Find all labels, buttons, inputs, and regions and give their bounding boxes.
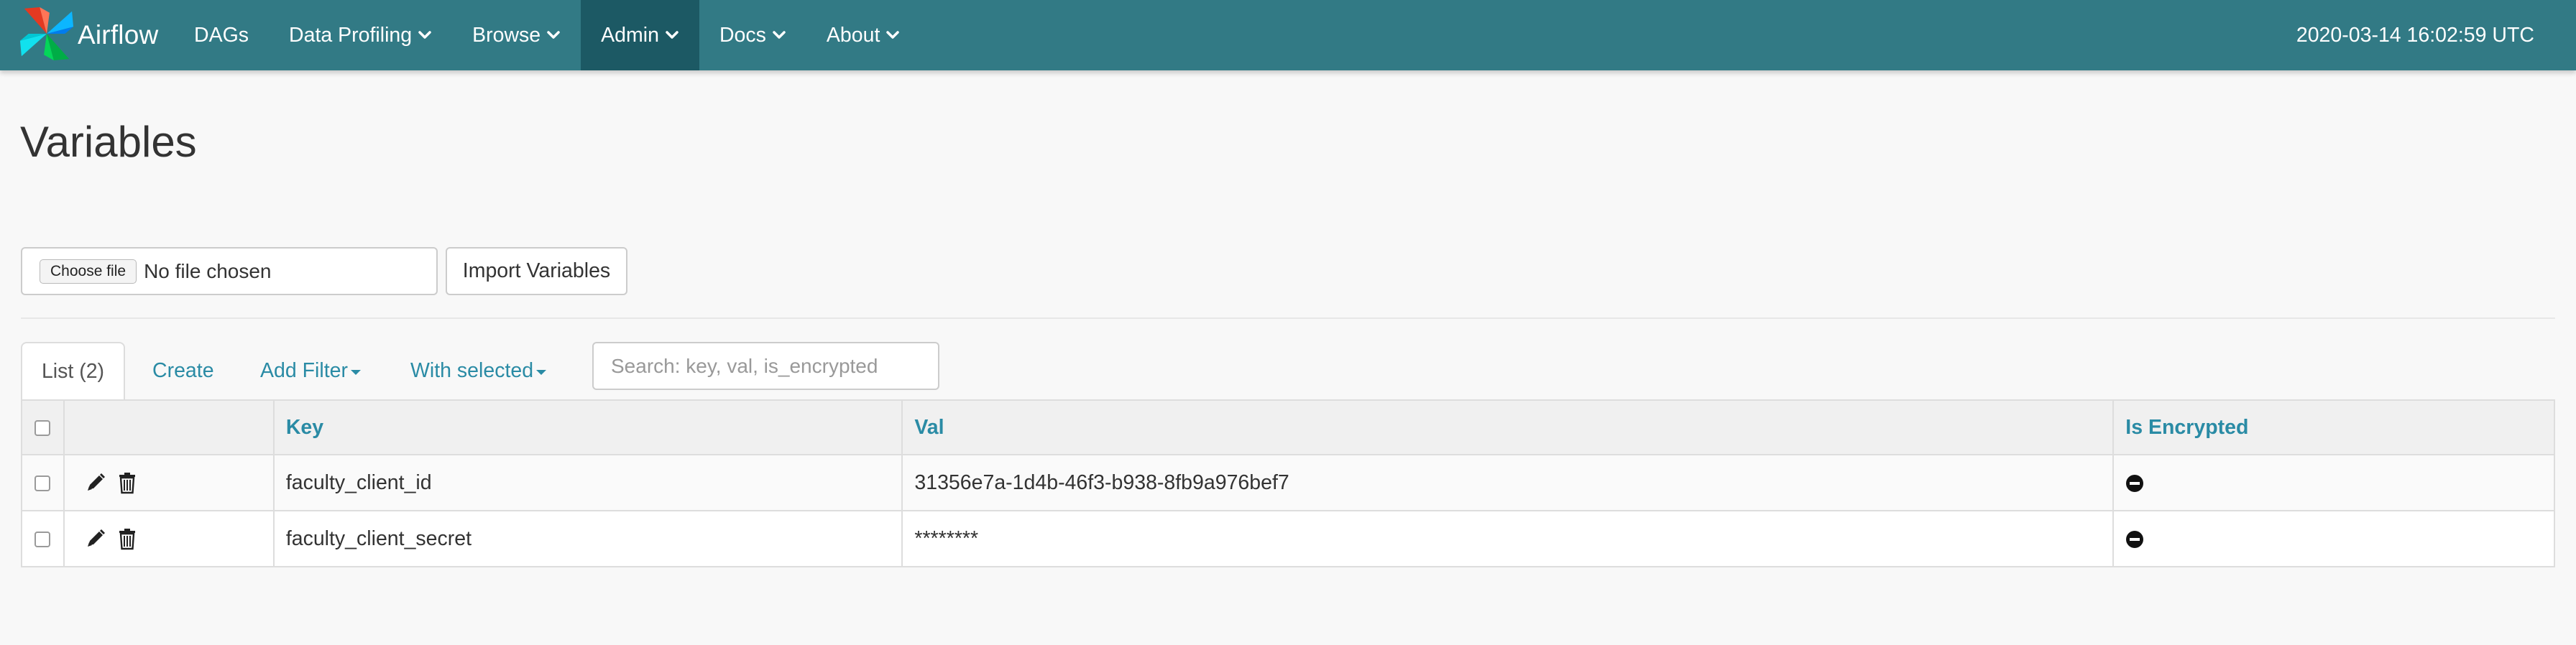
nav-docs-label: Docs [719, 23, 766, 47]
with-selected-label: With selected [410, 358, 534, 382]
nav-dags[interactable]: DAGs [174, 0, 269, 70]
file-status-text: No file chosen [144, 259, 272, 282]
minus-circle-icon [2126, 530, 2144, 548]
column-header-key[interactable]: Key [272, 399, 903, 455]
tab-create[interactable]: Create [152, 342, 214, 399]
caret-down-icon [350, 369, 361, 375]
trash-icon[interactable] [116, 526, 138, 551]
choose-file-button[interactable]: Choose file [40, 259, 137, 284]
row-checkbox[interactable] [34, 475, 51, 491]
nav-about[interactable]: About [806, 0, 920, 70]
nav-docs[interactable]: Docs [699, 0, 806, 70]
cell-key: faculty_client_id [272, 454, 903, 511]
nav-browse[interactable]: Browse [452, 0, 581, 70]
nav-about-label: About [826, 23, 880, 47]
row-actions [63, 454, 275, 511]
chevron-down-icon [418, 31, 431, 39]
trash-icon[interactable] [116, 470, 138, 495]
cell-val: 31356e7a-1d4b-46f3-b938-8fb9a976bef7 [901, 454, 2115, 511]
cell-val: ******** [901, 510, 2115, 567]
row-select-cell [21, 510, 65, 567]
add-filter-label: Add Filter [260, 358, 348, 382]
pencil-icon[interactable] [85, 470, 106, 495]
column-header-is-encrypted[interactable]: Is Encrypted [2112, 399, 2555, 455]
row-actions [63, 510, 275, 567]
chevron-down-icon [547, 31, 560, 39]
row-select-cell [21, 454, 65, 511]
column-header-val[interactable]: Val [901, 399, 2115, 455]
caret-down-icon [536, 369, 547, 375]
search-input[interactable] [592, 342, 939, 390]
file-input[interactable]: Choose file No file chosen [21, 247, 438, 295]
nav-browse-label: Browse [472, 23, 541, 47]
tab-with-selected[interactable]: With selected [410, 342, 547, 399]
table-header-row: Key Val Is Encrypted [21, 399, 2555, 455]
variables-table: Key Val Is Encrypted faculty_client_id 3… [21, 399, 2555, 567]
actions-header [63, 399, 275, 455]
cell-is-encrypted [2112, 510, 2555, 567]
chevron-down-icon [886, 31, 900, 39]
pencil-icon[interactable] [85, 526, 106, 551]
chevron-down-icon [773, 31, 786, 39]
table-row: faculty_client_secret ******** [21, 510, 2555, 567]
brand-name: Airflow [78, 20, 159, 50]
nav-data-profiling-label: Data Profiling [289, 23, 413, 47]
tab-list[interactable]: List (2) [21, 342, 125, 399]
nav-admin[interactable]: Admin [581, 0, 699, 70]
select-all-checkbox[interactable] [34, 419, 51, 436]
row-checkbox[interactable] [34, 531, 51, 547]
minus-circle-icon [2126, 474, 2144, 492]
divider [21, 317, 2555, 319]
cell-is-encrypted [2112, 454, 2555, 511]
tab-add-filter[interactable]: Add Filter [260, 342, 361, 399]
main-nav: DAGs Data Profiling Browse Admin Docs Ab… [174, 0, 920, 70]
import-variables-button[interactable]: Import Variables [446, 247, 627, 295]
cell-key: faculty_client_secret [272, 510, 903, 567]
nav-data-profiling[interactable]: Data Profiling [269, 0, 452, 70]
select-all-cell [21, 399, 65, 455]
table-row: faculty_client_id 31356e7a-1d4b-46f3-b93… [21, 454, 2555, 511]
airflow-logo-link[interactable]: Airflow [19, 6, 158, 65]
server-clock: 2020-03-14 16:02:59 UTC [2296, 23, 2534, 47]
airflow-pinwheel-logo-icon [19, 4, 75, 67]
nav-admin-label: Admin [601, 23, 659, 47]
chevron-down-icon [666, 31, 678, 39]
nav-dags-label: DAGs [194, 23, 249, 47]
page-title: Variables [20, 118, 197, 166]
top-navbar: Airflow DAGs Data Profiling Browse Admin… [0, 0, 2576, 70]
